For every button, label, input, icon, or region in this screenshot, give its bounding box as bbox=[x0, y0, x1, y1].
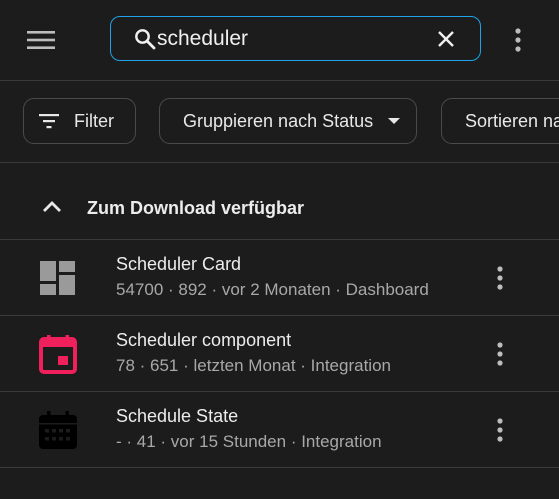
more-vert-icon[interactable] bbox=[490, 264, 510, 292]
item-title: Schedule State bbox=[116, 406, 239, 426]
list-item[interactable]: Scheduler component 78 · 651 · letzten M… bbox=[0, 316, 559, 392]
app: Filter Gruppieren nach Status Sortieren … bbox=[0, 0, 559, 499]
filter-bar: Filter Gruppieren nach Status Sortieren … bbox=[0, 81, 559, 163]
item-meta: - · 41 · vor 15 Stunden · Integration bbox=[116, 432, 382, 451]
hamburger-menu-icon bbox=[27, 31, 55, 49]
filter-button[interactable]: Filter bbox=[23, 98, 136, 144]
more-vert-icon[interactable] bbox=[490, 416, 510, 444]
group-title: Zum Download verfügbar bbox=[87, 198, 305, 218]
top-bar bbox=[0, 0, 559, 81]
list-item[interactable]: Scheduler Card 54700 · 892 · vor 2 Monat… bbox=[0, 240, 559, 316]
more-vert-icon[interactable] bbox=[490, 340, 510, 368]
sort-dropdown[interactable]: Sortieren nach bbox=[441, 98, 559, 144]
item-meta: 78 · 651 · letzten Monat · Integration bbox=[116, 356, 391, 375]
list-item[interactable]: Schedule State - · 41 · vor 15 Stunden ·… bbox=[0, 392, 559, 468]
more-vert-icon[interactable] bbox=[506, 26, 530, 54]
search-box[interactable] bbox=[110, 16, 481, 61]
filter-label: Filter bbox=[74, 110, 114, 131]
sort-label: Sortieren nach bbox=[465, 110, 559, 131]
group-by-dropdown[interactable]: Gruppieren nach Status bbox=[159, 98, 417, 144]
calendar-icon bbox=[39, 335, 77, 374]
dashboard-icon bbox=[40, 261, 75, 295]
group-header[interactable]: Zum Download verfügbar bbox=[0, 163, 559, 240]
calendar-month-icon bbox=[39, 411, 77, 449]
item-meta: 54700 · 892 · vor 2 Monaten · Dashboard bbox=[116, 280, 429, 299]
filter-icon bbox=[39, 114, 59, 129]
search-icon bbox=[135, 29, 156, 50]
menu-button[interactable] bbox=[22, 24, 60, 56]
group-by-label: Gruppieren nach Status bbox=[183, 110, 374, 131]
search-input[interactable] bbox=[157, 23, 427, 55]
chevron-up-icon[interactable] bbox=[42, 199, 62, 213]
item-title: Scheduler Card bbox=[116, 254, 242, 274]
clear-icon[interactable] bbox=[434, 27, 458, 51]
item-title: Scheduler component bbox=[116, 330, 292, 350]
caret-down-icon bbox=[388, 118, 401, 124]
